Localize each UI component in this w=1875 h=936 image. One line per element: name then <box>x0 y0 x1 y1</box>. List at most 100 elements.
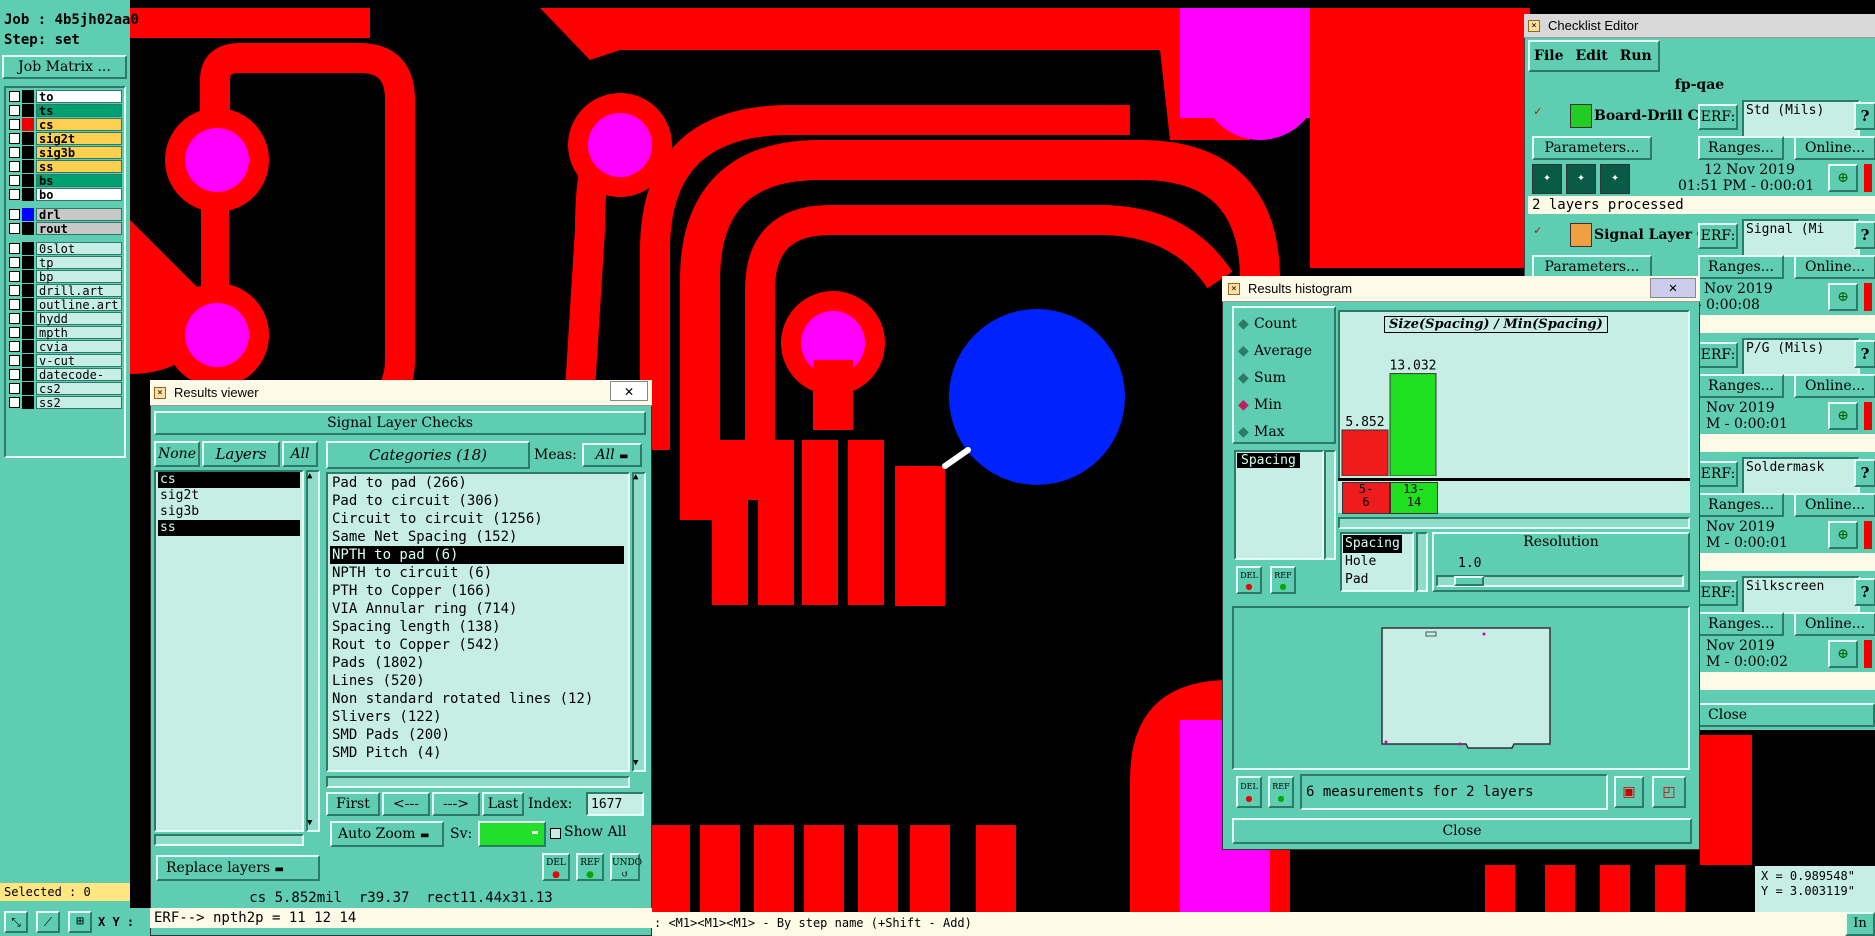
help-icon[interactable]: ? <box>1854 221 1875 249</box>
histogram-zoom-icon[interactable]: ◰ <box>1652 776 1686 808</box>
category-item[interactable]: SMD Pads (200) <box>330 726 624 744</box>
run-icon[interactable]: ✦ <box>1566 164 1596 194</box>
layer-checkbox[interactable] <box>9 91 20 102</box>
type-item[interactable]: Hole <box>1343 553 1402 571</box>
radio-diamond-icon[interactable]: ◆ <box>1238 314 1249 334</box>
option-min[interactable]: ◆ Min <box>1238 395 1312 422</box>
run-icon[interactable]: ✦ <box>1532 164 1562 194</box>
layer-row[interactable]: cs2 <box>8 382 124 396</box>
layer-result-item[interactable]: ss <box>158 520 300 536</box>
layer-checkbox[interactable] <box>9 341 20 352</box>
layer-checkbox[interactable] <box>9 383 20 394</box>
layer-row[interactable]: ts <box>8 104 124 118</box>
ranges-button[interactable]: Ranges... <box>1698 374 1784 398</box>
layer-name[interactable]: drl <box>36 208 122 222</box>
layer-color-swatch[interactable] <box>22 256 34 269</box>
layer-checkbox[interactable] <box>9 257 20 268</box>
layer-color-swatch[interactable] <box>22 368 34 381</box>
layer-name[interactable]: cs <box>36 118 122 132</box>
in-button[interactable]: In <box>1845 912 1875 936</box>
type-item[interactable]: Spacing <box>1343 535 1402 553</box>
layer-checkbox[interactable] <box>9 285 20 296</box>
layers-none-button[interactable]: None <box>154 441 200 467</box>
layer-result-item[interactable]: cs <box>158 472 300 488</box>
measure-list-item[interactable]: Spacing <box>1237 453 1300 468</box>
option-average[interactable]: ◆ Average <box>1238 341 1312 368</box>
check-name[interactable]: Board-Drill Che <box>1594 108 1704 124</box>
help-icon[interactable]: ? <box>1854 459 1875 487</box>
cat-scroll-down-icon[interactable]: ▼ <box>633 758 638 768</box>
option-count[interactable]: ◆ Count <box>1238 314 1312 341</box>
layer-checkbox[interactable] <box>9 243 20 254</box>
layer-row[interactable]: bs <box>8 174 124 188</box>
layer-list-hscroll[interactable] <box>154 834 304 846</box>
ranges-button[interactable]: Ranges... <box>1698 255 1784 279</box>
category-item[interactable]: Slivers (122) <box>330 708 624 726</box>
layer-color-swatch[interactable] <box>22 326 34 339</box>
histogram-titlebar[interactable]: Results histogram <box>1222 276 1700 302</box>
layer-color-swatch[interactable] <box>22 90 34 103</box>
ranges-button[interactable]: Ranges... <box>1698 612 1784 636</box>
category-item[interactable]: Pad to pad (266) <box>330 474 624 492</box>
last-button[interactable]: Last <box>482 792 524 816</box>
layer-checkbox[interactable] <box>9 369 20 380</box>
layer-name[interactable]: ts <box>36 104 122 118</box>
online-button[interactable]: Online... <box>1794 493 1875 517</box>
histogram-bar[interactable] <box>1389 373 1437 476</box>
category-item[interactable]: SMD Pitch (4) <box>330 744 624 762</box>
layer-name[interactable]: outline.art <box>36 298 122 312</box>
layer-row[interactable]: v-cut <box>8 354 124 368</box>
erf-select[interactable]: Std (Mils) <box>1742 100 1860 138</box>
radio-diamond-icon[interactable]: ◆ <box>1238 368 1249 388</box>
layer-name[interactable]: cvia <box>36 340 122 354</box>
layer-checkbox[interactable] <box>9 105 20 116</box>
results-viewer-titlebar[interactable]: Results viewer <box>150 380 652 406</box>
layer-color-swatch[interactable] <box>22 208 34 221</box>
preview-del-button[interactable]: DEL ● <box>1236 776 1262 808</box>
layer-color-swatch[interactable] <box>22 160 34 173</box>
erf-select[interactable]: Silkscreen <box>1742 576 1860 614</box>
scroll-up-icon[interactable]: ▲ <box>307 471 312 481</box>
category-item[interactable]: Non standard rotated lines (12) <box>330 690 624 708</box>
layer-color-swatch[interactable] <box>22 146 34 159</box>
categories-tab[interactable]: Categories (18) <box>326 441 530 469</box>
layer-color-swatch[interactable] <box>22 354 34 367</box>
zoom-in-icon[interactable]: ⤡ <box>4 911 28 933</box>
layer-checkbox[interactable] <box>9 189 20 200</box>
layer-color-swatch[interactable] <box>22 312 34 325</box>
layer-name[interactable]: sig2t <box>36 132 122 146</box>
histogram-hscroll[interactable] <box>1338 517 1690 529</box>
layer-row[interactable]: tp <box>8 256 124 270</box>
type-item[interactable]: Pad <box>1343 571 1402 589</box>
layer-row[interactable]: datecode-pte <box>8 368 124 395</box>
layer-color-swatch[interactable] <box>22 396 34 409</box>
layer-row[interactable]: hydd <box>8 312 124 326</box>
layer-color-swatch[interactable] <box>22 242 34 255</box>
checklist-titlebar[interactable]: Checklist Editor <box>1524 14 1875 38</box>
category-item[interactable]: Pad to circuit (306) <box>330 492 624 510</box>
radio-diamond-icon[interactable]: ◆ <box>1238 422 1249 442</box>
layer-checkbox[interactable] <box>9 223 20 234</box>
layer-checkbox[interactable] <box>9 397 20 408</box>
histogram-export-icon[interactable]: ▣ <box>1614 776 1644 808</box>
check-enabled-icon[interactable]: ✓ <box>1534 223 1541 237</box>
online-button[interactable]: Online... <box>1794 374 1875 398</box>
ref-button[interactable]: REF ● <box>576 853 604 881</box>
category-item[interactable]: PTH to Copper (166) <box>330 582 624 600</box>
layer-row[interactable]: rout <box>8 222 124 236</box>
layer-checkbox[interactable] <box>9 161 20 172</box>
layer-color-swatch[interactable] <box>22 174 34 187</box>
layer-color-swatch[interactable] <box>22 382 34 395</box>
hist-del-button[interactable]: DEL ● <box>1236 566 1262 594</box>
layer-row[interactable]: ss <box>8 160 124 174</box>
category-item[interactable]: Lines (520) <box>330 672 624 690</box>
measure-icon[interactable]: ⟋ <box>36 911 60 933</box>
next-button[interactable]: ---> <box>432 792 480 816</box>
hist-ref-button[interactable]: REF ● <box>1270 566 1296 594</box>
menu-edit[interactable]: Edit <box>1575 48 1607 64</box>
prev-button[interactable]: <--- <box>382 792 430 816</box>
layer-checkbox[interactable] <box>9 175 20 186</box>
job-matrix-button[interactable]: Job Matrix ... <box>2 55 127 79</box>
meas-select[interactable]: All ▬ <box>582 443 642 467</box>
check-name[interactable]: Signal Layer Ch <box>1594 227 1704 243</box>
